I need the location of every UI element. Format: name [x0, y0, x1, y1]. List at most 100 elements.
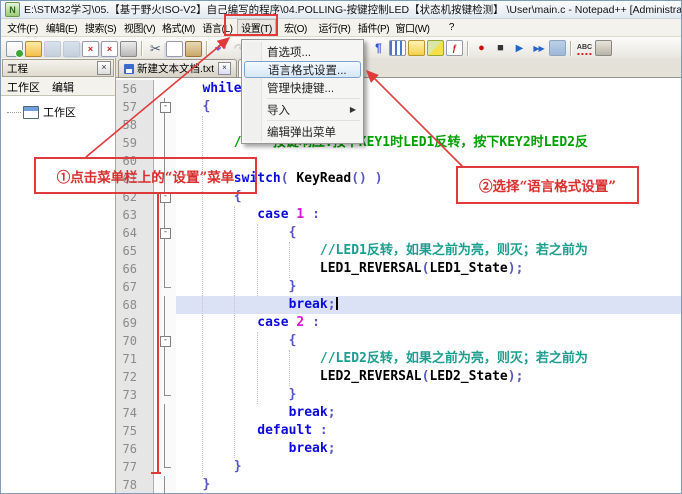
code-line[interactable]: 73 }	[116, 386, 681, 404]
macro-save-icon[interactable]	[549, 40, 566, 56]
print-icon[interactable]	[120, 40, 137, 57]
code-line[interactable]: 70- {	[116, 332, 681, 350]
code-line[interactable]: 69 case 2 :	[116, 314, 681, 332]
fold-connector-line	[164, 296, 165, 314]
macro-record-icon[interactable]: ●	[473, 40, 490, 56]
code-area[interactable]: 56 while 57- {58 59 /*---按键响应:按下KEY1时LED1反…	[116, 78, 681, 493]
code-line[interactable]: 76 break;	[116, 440, 681, 458]
open-file-icon[interactable]	[25, 40, 42, 57]
menubar-item-3[interactable]: 视图(V)	[120, 20, 159, 35]
code-line[interactable]: 78 }	[116, 476, 681, 493]
fold-end-tick	[164, 395, 171, 396]
menubar-item-1[interactable]: 编辑(E)	[42, 20, 81, 35]
indent-guide	[289, 242, 290, 278]
code-text: }	[176, 278, 681, 296]
fold-margin[interactable]: -	[154, 98, 176, 116]
menu-item-import[interactable]: 导入 ▶	[244, 100, 361, 119]
menubar-item-7[interactable]: 宏(O)	[276, 20, 315, 35]
code-line[interactable]: 71 //LED2反转，如果之前为亮，则灭；若之前为	[116, 350, 681, 368]
undo-icon[interactable]: ↶	[212, 41, 229, 57]
menubar-item-2[interactable]: 搜索(S)	[81, 20, 120, 35]
menubar-item-0[interactable]: 文件(F)	[3, 20, 42, 35]
doc-map-icon[interactable]	[427, 40, 444, 56]
tree-item-workspace[interactable]: 工作区	[1, 104, 115, 120]
menubar-item-11[interactable]: ?	[432, 22, 471, 33]
fold-margin	[154, 116, 176, 134]
cut-icon[interactable]: ✂	[147, 41, 164, 57]
show-all-chars-icon[interactable]: ¶	[370, 40, 387, 56]
close-file-icon[interactable]: ×	[82, 40, 99, 57]
fold-collapse-icon[interactable]: -	[160, 228, 171, 239]
copy-icon[interactable]	[166, 40, 183, 57]
code-line[interactable]: 57- {	[116, 98, 681, 116]
code-text: LED2_REVERSAL(LED2_State);	[176, 368, 681, 386]
code-line[interactable]: 75 default :	[116, 422, 681, 440]
settings-dropdown-menu: 首选项... 语言格式设置... 管理快捷键... 导入 ▶ 编辑弹出菜单	[241, 39, 364, 144]
code-line[interactable]: 72 LED2_REVERSAL(LED2_State);	[116, 368, 681, 386]
code-token: :	[304, 207, 320, 222]
code-text: }	[176, 476, 681, 493]
close-all-icon[interactable]: ×	[101, 40, 118, 57]
menubar-item-9[interactable]: 插件(P)	[354, 20, 393, 35]
code-token: }	[288, 387, 297, 402]
project-panel-menu-workspace[interactable]: 工作区	[7, 79, 40, 95]
new-file-icon[interactable]	[6, 40, 24, 58]
code-token: break	[288, 297, 328, 312]
line-number: 67	[116, 278, 154, 296]
indent-guide-icon[interactable]	[389, 40, 406, 56]
project-panel-menu-edit[interactable]: 编辑	[52, 79, 74, 95]
code-line[interactable]: 64- {	[116, 224, 681, 242]
line-number: 73	[116, 386, 154, 404]
code-token: () )	[351, 171, 383, 186]
menu-bar: 文件(F) 编辑(E) 搜索(S) 视图(V) 格式(M) 语言(L) 设置(T) 宏(O) 运…	[1, 19, 681, 37]
spell-check-icon[interactable]: ABC	[576, 41, 593, 55]
macro-stop-icon[interactable]: ■	[492, 40, 509, 56]
fold-collapse-icon[interactable]: -	[160, 336, 171, 347]
title-bar: N E:\STM32学习\05.【基于野火ISO-V2】自己编写的程序\04.P…	[1, 1, 681, 19]
line-number: 63	[116, 206, 154, 224]
menu-item-shortcut-mapper[interactable]: 管理快捷键...	[244, 78, 361, 97]
code-text: break;	[176, 296, 681, 314]
code-line[interactable]: 66 LED1_REVERSAL(LED1_State);	[116, 260, 681, 278]
function-list-icon[interactable]: ƒ	[446, 40, 463, 56]
fold-margin	[154, 476, 176, 493]
project-panel-close-button[interactable]: ×	[97, 61, 111, 75]
code-token: {	[288, 225, 297, 240]
menubar-item-8[interactable]: 运行(R)	[315, 20, 354, 35]
code-line[interactable]: 58	[116, 116, 681, 134]
code-line[interactable]: 68 break;	[116, 296, 681, 314]
code-line[interactable]: 63 case 1 :	[116, 206, 681, 224]
fold-connector-line	[164, 458, 165, 467]
annotation-step1-callout: ①点击菜单栏上的“设置”菜单	[34, 157, 257, 194]
code-line[interactable]: 56 while	[116, 80, 681, 98]
code-token: LED1_State	[429, 261, 508, 276]
code-line[interactable]: 77 }	[116, 458, 681, 476]
fold-collapse-icon[interactable]: -	[160, 102, 171, 113]
code-token: :	[312, 423, 328, 438]
macro-run-multiple-icon[interactable]: ▶▶	[530, 40, 547, 56]
menubar-item-10[interactable]: 窗口(W)	[393, 20, 432, 35]
annotation-vertical-line	[157, 194, 159, 474]
code-token: ;	[327, 405, 336, 420]
code-line[interactable]: 59 /*---按键响应:按下KEY1时LED1反转，按下KEY2时LED2反	[116, 134, 681, 152]
line-number: 65	[116, 242, 154, 260]
user-dialog-icon[interactable]	[408, 40, 425, 56]
save-icon[interactable]	[44, 40, 61, 57]
code-line[interactable]: 65 //LED1反转，如果之前为亮，则灭；若之前为	[116, 242, 681, 260]
menubar-item-4[interactable]: 格式(M)	[159, 20, 198, 35]
menu-separator	[267, 98, 360, 99]
tab-close-button[interactable]: ×	[218, 62, 232, 75]
macro-play-icon[interactable]: ▶	[511, 40, 528, 56]
menu-item-style-configurator[interactable]: 语言格式设置...	[244, 61, 361, 78]
save-all-icon[interactable]	[63, 40, 80, 57]
code-token: while	[202, 81, 242, 96]
menu-item-label: 管理快捷键...	[267, 82, 335, 95]
menu-item-preferences[interactable]: 首选项...	[244, 42, 361, 61]
menu-item-edit-popup[interactable]: 编辑弹出菜单	[244, 122, 361, 141]
code-line[interactable]: 67 }	[116, 278, 681, 296]
tab-new-text-doc[interactable]: 新建文本文档.txt ×	[118, 59, 238, 77]
code-line[interactable]: 74 break;	[116, 404, 681, 422]
snapshot-icon[interactable]	[595, 40, 612, 56]
paste-icon[interactable]	[185, 40, 202, 57]
menu-item-label: 首选项...	[267, 46, 312, 59]
